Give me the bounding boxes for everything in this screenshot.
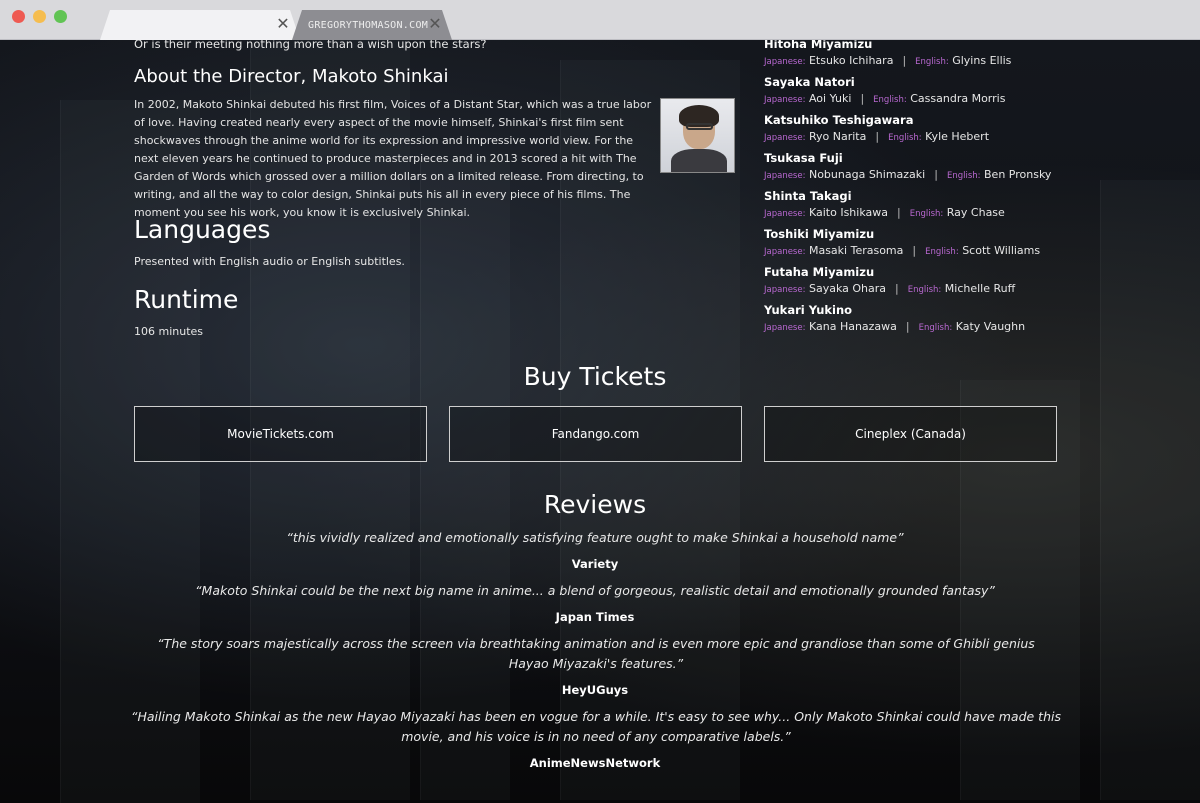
japanese-label: Japanese: — [764, 285, 806, 295]
english-label: English: — [918, 323, 953, 333]
minimize-window-button[interactable] — [33, 10, 46, 23]
character-name: Sayaka Natori — [764, 75, 855, 89]
japanese-actor: Aoi Yuki — [808, 92, 852, 105]
japanese-actor: Kana Hanazawa — [808, 320, 897, 333]
cast-item: Shinta Takagi Japanese: Kaito Ishikawa | E… — [764, 188, 1084, 226]
english-actor: Cassandra Morris — [910, 92, 1006, 105]
cast-item: Yukari Yukino Japanese: Kana Hanazawa | En… — [764, 302, 1084, 340]
cast-list: Hitoha Miyamizu Japanese: Etsuko Ichihar… — [764, 36, 1084, 340]
japanese-label: Japanese: — [764, 95, 806, 105]
english-label: English: — [888, 133, 922, 143]
movietickets-button[interactable]: MovieTickets.com — [134, 406, 427, 462]
japanese-label: Japanese: — [764, 323, 806, 333]
english-actor: Katy Vaughn — [955, 320, 1026, 333]
cast-item: Futaha Miyamizu Japanese: Sayaka Ohara | E… — [764, 264, 1084, 302]
director-bio: In 2002, Makoto Shinkai debuted his firs… — [134, 98, 652, 219]
japanese-actor: Nobunaga Shimazaki — [808, 168, 926, 181]
english-label: English: — [915, 57, 949, 67]
browser-tab[interactable]: GREGORYTHOMASON.COM ✕ — [292, 10, 452, 40]
maximize-window-button[interactable] — [54, 10, 67, 23]
japanese-label: Japanese: — [764, 247, 806, 257]
english-actor: Ray Chase — [946, 206, 1005, 219]
english-actor: Scott Williams — [962, 244, 1041, 257]
english-label: English: — [925, 247, 959, 257]
cineplex-button[interactable]: Cineplex (Canada) — [764, 406, 1057, 462]
browser-chrome: ✕ GREGORYTHOMASON.COM ✕ — [0, 0, 1200, 40]
character-name: Katsuhiko Teshigawara — [764, 113, 914, 127]
japanese-actor: Sayaka Ohara — [808, 282, 886, 295]
page-content: Or is their meeting nothing more than a … — [0, 37, 1200, 803]
review-source: HeyUGuys — [561, 683, 629, 697]
director-heading: About the Director, Makoto Shinkai — [134, 66, 449, 87]
english-actor: Michelle Ruff — [944, 282, 1016, 295]
close-icon[interactable]: ✕ — [428, 16, 442, 32]
runtime-text: 106 minutes — [134, 325, 204, 338]
close-icon[interactable]: ✕ — [276, 16, 290, 32]
japanese-actor: Masaki Terasoma — [808, 244, 904, 257]
reviews-heading: Reviews — [543, 490, 647, 519]
review-quote: “Makoto Shinkai could be the next big na… — [195, 583, 995, 598]
character-name: Shinta Takagi — [764, 189, 852, 203]
window-controls — [12, 10, 67, 23]
cast-item: Hitoha Miyamizu Japanese: Etsuko Ichihar… — [764, 36, 1084, 74]
director-photo — [660, 98, 735, 173]
languages-text: Presented with English audio or English … — [134, 255, 405, 268]
cast-item: Katsuhiko Teshigawara Japanese: Ryo Nari… — [764, 112, 1084, 150]
english-actor: Ben Pronsky — [984, 168, 1052, 181]
japanese-actor: Etsuko Ichihara — [808, 54, 894, 67]
english-label: English: — [909, 209, 944, 219]
character-name: Toshiki Miyamizu — [764, 227, 875, 241]
japanese-label: Japanese: — [764, 209, 806, 219]
cast-item: Toshiki Miyamizu Japanese: Masaki Teraso… — [764, 226, 1084, 264]
review-quote: “this vividly realized and emotionally s… — [286, 530, 904, 545]
close-window-button[interactable] — [12, 10, 25, 23]
runtime-heading: Runtime — [134, 285, 239, 314]
english-label: English: — [873, 95, 907, 105]
review-quote: “Hailing Makoto Shinkai as the new Hayao… — [131, 709, 1061, 744]
japanese-label: Japanese: — [764, 57, 806, 67]
review-source: AnimeNewsNetwork — [529, 756, 661, 770]
languages-heading: Languages — [134, 215, 271, 244]
tab-title: GREGORYTHOMASON.COM — [308, 19, 429, 31]
english-label: English: — [907, 285, 942, 295]
character-name: Tsukasa Fuji — [764, 151, 843, 165]
character-name: Yukari Yukino — [764, 303, 853, 317]
buy-tickets-heading: Buy Tickets — [523, 362, 667, 391]
fandango-button[interactable]: Fandango.com — [449, 406, 742, 462]
browser-tab-active[interactable]: ✕ — [100, 10, 300, 40]
english-actor: Glyins Ellis — [952, 54, 1012, 67]
character-name: Futaha Miyamizu — [764, 265, 875, 279]
japanese-actor: Ryo Narita — [808, 130, 867, 143]
english-actor: Kyle Hebert — [925, 130, 990, 143]
review-source: Japan Times — [555, 610, 635, 624]
review-quote: “The story soars majestically across the… — [157, 636, 1035, 671]
japanese-label: Japanese: — [764, 133, 806, 143]
japanese-actor: Kaito Ishikawa — [808, 206, 888, 219]
japanese-label: Japanese: — [764, 171, 806, 181]
english-label: English: — [946, 171, 981, 181]
cast-item: Tsukasa Fuji Japanese: Nobunaga Shimazak… — [764, 150, 1084, 188]
cast-item: Sayaka Natori Japanese: Aoi Yuki | English… — [764, 74, 1084, 112]
review-source: Variety — [571, 557, 619, 571]
